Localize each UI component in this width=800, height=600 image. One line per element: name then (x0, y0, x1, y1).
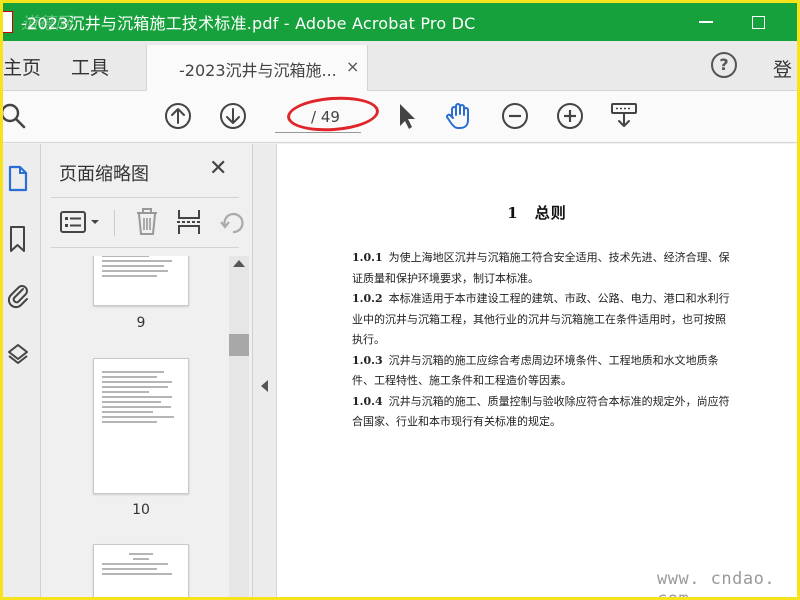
toolbar-divider (114, 210, 115, 236)
scroll-up-icon[interactable] (233, 260, 245, 267)
thumbnail-label: 9 (136, 315, 146, 331)
clause-paragraph: 1.0.2 本标准适用于本市建设工程的建筑、市政、公路、电力、港口和水利行业中的沉… (352, 292, 730, 346)
navigation-rail (3, 144, 41, 597)
help-icon[interactable]: ? (711, 52, 737, 78)
main-toolbar: / 49 (3, 91, 797, 143)
document-tab[interactable]: -2023沉井与沉箱施... × (146, 45, 368, 91)
maximize-button[interactable] (735, 3, 781, 41)
clause-paragraph: 1.0.4 沉井与沉箱的施工、质量控制与验收除应符合本标准的规定外，尚应符合国家、… (352, 394, 730, 429)
title-bar: 道德网 -2023沉井与沉箱施工技术标准.pdf - Adobe Acrobat… (3, 3, 797, 41)
attachment-icon[interactable] (5, 280, 31, 310)
scroll-thumb[interactable] (229, 334, 249, 356)
thumbnail-page-9[interactable] (93, 256, 189, 306)
menu-bar: 主页 工具 -2023沉井与沉箱施... × ? 登 (3, 41, 797, 91)
clause-paragraph: 1.0.1 为使上海地区沉井与沉箱施工符合安全适用、技术先进、经济合理、保证质量和… (352, 251, 730, 285)
panel-collapse-handle[interactable] (253, 144, 277, 597)
next-page-icon[interactable] (218, 101, 248, 131)
insert-page-icon[interactable] (175, 206, 203, 238)
layers-icon[interactable] (5, 340, 31, 370)
search-icon[interactable] (3, 101, 29, 131)
panel-divider (51, 197, 239, 198)
bookmark-icon[interactable] (5, 224, 31, 254)
rotate-page-icon[interactable] (217, 206, 245, 238)
minimize-button[interactable] (683, 3, 729, 41)
tools-menu[interactable]: 工具 (71, 53, 109, 80)
fit-page-icon[interactable] (609, 101, 639, 131)
page-input-underline (275, 132, 361, 133)
zoom-out-icon[interactable] (500, 101, 530, 131)
panel-title: 页面缩略图 (59, 164, 149, 185)
zoom-in-icon[interactable] (555, 101, 585, 131)
delete-page-icon[interactable] (133, 206, 161, 238)
document-body: 1.0.1 为使上海地区沉井与沉箱施工符合安全适用、技术先进、经济合理、保证质量和… (352, 248, 732, 433)
thumbnail-page-10[interactable] (93, 358, 189, 494)
login-button[interactable]: 登 (773, 55, 792, 82)
close-panel-icon[interactable]: ✕ (209, 156, 227, 181)
hand-tool-icon[interactable] (444, 101, 474, 131)
maximize-icon (751, 15, 765, 29)
chapter-heading: 1 总则 (507, 204, 567, 222)
close-tab-icon[interactable]: × (346, 57, 359, 76)
clause-paragraph: 1.0.3 沉井与沉箱的施工应综合考虑周边环境条件、工程地质和水文地质条件、工程特… (352, 353, 719, 388)
previous-page-icon[interactable] (163, 101, 193, 131)
document-tab-label: -2023沉井与沉箱施... (179, 61, 337, 80)
site-watermark: www. cndao. com (657, 569, 776, 597)
page-thumbnails-panel: 页面缩略图 ✕ 9 10 (41, 144, 253, 597)
window-title: -2023沉井与沉箱施工技术标准.pdf - Adobe Acrobat Pro… (21, 14, 476, 33)
acrobat-window: 道德网 -2023沉井与沉箱施工技术标准.pdf - Adobe Acrobat… (3, 3, 797, 597)
thumbnail-label: 10 (132, 502, 150, 518)
corner-watermark: 道德网 (21, 14, 72, 34)
thumbnail-scrollbar[interactable] (229, 256, 249, 597)
page-thumbnails-icon[interactable] (5, 164, 31, 194)
thumbnail-list: 9 10 (41, 256, 225, 597)
select-cursor-icon[interactable] (391, 101, 421, 131)
thumbnail-page-11[interactable] (93, 544, 189, 597)
minimize-icon (699, 21, 713, 23)
document-view[interactable]: 1 总则 1.0.1 为使上海地区沉井与沉箱施工符合安全适用、技术先进、经济合理、… (277, 144, 797, 597)
panel-divider-2 (51, 247, 239, 248)
collapse-arrow-icon (261, 380, 268, 392)
options-menu-icon[interactable] (59, 206, 103, 238)
home-menu[interactable]: 主页 (3, 53, 41, 80)
acrobat-app-icon (3, 11, 13, 33)
